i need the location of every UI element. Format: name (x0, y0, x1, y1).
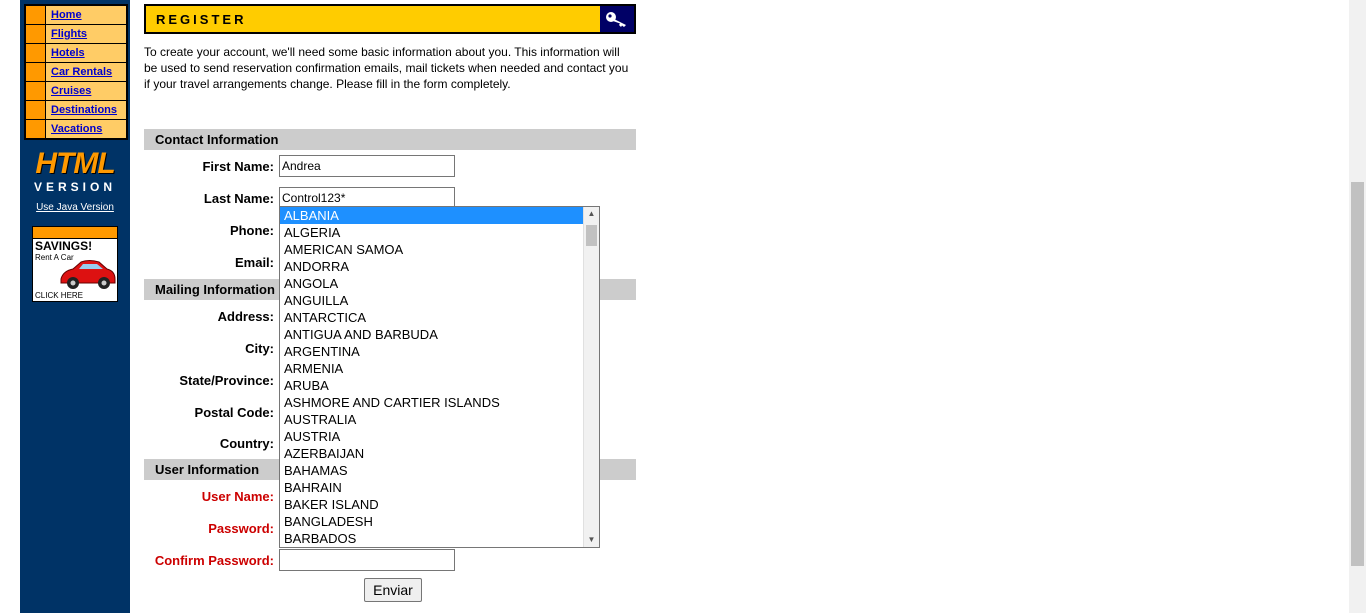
logo-html-text: HTML (35, 147, 115, 180)
postal-code-label: Postal Code: (194, 405, 274, 420)
confirm-password-label: Confirm Password: (154, 553, 274, 568)
country-option[interactable]: ALBANIA (280, 207, 583, 224)
scroll-down-arrow-icon[interactable]: ▼ (584, 533, 599, 547)
last-name-label: Last Name: (203, 191, 274, 206)
country-options: ALBANIA ALGERIA AMERICAN SAMOA ANDORRA ANGOL… (280, 207, 583, 547)
main-nav: Home Flights Hotels Car Rentals Cruises … (24, 4, 128, 140)
country-option[interactable]: ARGENTINA (280, 343, 583, 360)
section-title: Mailing Information (155, 282, 275, 297)
country-option[interactable]: BAKER ISLAND (280, 496, 583, 513)
nav-bullet (26, 82, 46, 100)
country-option[interactable]: AZERBAIJAN (280, 445, 583, 462)
ad-click-here: CLICK HERE (35, 291, 84, 300)
nav-link-car-rentals[interactable]: Car Rentals (46, 63, 112, 81)
nav-item-hotels[interactable]: Hotels (26, 44, 126, 62)
first-name-input[interactable] (279, 155, 455, 177)
country-option[interactable]: BARBADOS (280, 530, 583, 547)
nav-bullet (26, 6, 46, 24)
country-option[interactable]: ALGERIA (280, 224, 583, 241)
nav-link-flights[interactable]: Flights (46, 25, 87, 43)
nav-link-hotels[interactable]: Hotels (46, 44, 85, 62)
country-option[interactable]: BAHAMAS (280, 462, 583, 479)
submit-button[interactable]: Enviar (364, 578, 422, 602)
first-name-label: First Name: (202, 159, 274, 174)
state-province-label: State/Province: (179, 373, 274, 388)
use-java-version-link[interactable]: Use Java Version (20, 202, 130, 213)
page-title: REGISTER (156, 12, 247, 27)
nav-item-flights[interactable]: Flights (26, 25, 126, 43)
nav-bullet (26, 44, 46, 62)
country-option[interactable]: ANTARCTICA (280, 309, 583, 326)
city-label: City: (245, 341, 274, 356)
username-label: User Name: (201, 489, 274, 504)
ad-top-bar (33, 227, 117, 239)
nav-link-destinations[interactable]: Destinations (46, 101, 117, 119)
page-scrollbar[interactable] (1349, 0, 1366, 613)
section-title: User Information (155, 462, 260, 477)
nav-link-vacations[interactable]: Vacations (46, 120, 102, 138)
country-label: Country: (219, 436, 274, 451)
intro-text: To create your account, we'll need some … (144, 45, 629, 91)
nav-item-destinations[interactable]: Destinations (26, 101, 126, 119)
page-scroll-thumb[interactable] (1351, 182, 1364, 566)
left-sidebar: Home Flights Hotels Car Rentals Cruises … (20, 0, 130, 613)
nav-bullet (26, 120, 46, 138)
nav-item-home[interactable]: Home (26, 6, 126, 24)
contact-info-heading: Contact Information (144, 129, 636, 150)
register-header: REGISTER (144, 4, 636, 34)
password-label: Password: (208, 521, 274, 536)
scroll-up-arrow-icon[interactable]: ▲ (584, 207, 599, 221)
nav-link-home[interactable]: Home (46, 6, 82, 24)
country-option[interactable]: BANGLADESH (280, 513, 583, 530)
logo-version-text: VERSION (33, 180, 116, 194)
phone-label: Phone: (229, 223, 274, 238)
confirm-password-input[interactable] (279, 549, 455, 571)
key-icon (600, 6, 634, 32)
country-dropdown-list[interactable]: ALBANIA ALGERIA AMERICAN SAMOA ANDORRA ANGOL… (279, 206, 600, 548)
nav-item-cruises[interactable]: Cruises (26, 82, 126, 100)
email-label: Email: (234, 255, 274, 270)
red-car-icon (60, 260, 116, 289)
nav-bullet (26, 101, 46, 119)
country-option[interactable]: AUSTRIA (280, 428, 583, 445)
country-option[interactable]: BAHRAIN (280, 479, 583, 496)
nav-item-car-rentals[interactable]: Car Rentals (26, 63, 126, 81)
country-option[interactable]: AUSTRALIA (280, 411, 583, 428)
dropdown-scroll-thumb[interactable] (586, 225, 597, 246)
country-option[interactable]: ARUBA (280, 377, 583, 394)
nav-item-vacations[interactable]: Vacations (26, 120, 126, 138)
country-option[interactable]: ARMENIA (280, 360, 583, 377)
html-version-logo: HTML VERSION (30, 148, 120, 198)
nav-link-cruises[interactable]: Cruises (46, 82, 91, 100)
country-option[interactable]: ASHMORE AND CARTIER ISLANDS (280, 394, 583, 411)
dropdown-scrollbar[interactable]: ▲ ▼ (583, 207, 599, 547)
nav-bullet (26, 25, 46, 43)
country-option[interactable]: ANGUILLA (280, 292, 583, 309)
ad-title: SAVINGS! (35, 239, 93, 253)
address-label: Address: (217, 309, 274, 324)
country-option[interactable]: ANDORRA (280, 258, 583, 275)
country-option[interactable]: ANGOLA (280, 275, 583, 292)
section-title: Contact Information (155, 132, 279, 147)
country-option[interactable]: AMERICAN SAMOA (280, 241, 583, 258)
country-option[interactable]: ANTIGUA AND BARBUDA (280, 326, 583, 343)
car-rental-ad-banner[interactable]: SAVINGS! Rent A Car CLICK HERE (32, 226, 118, 302)
nav-bullet (26, 63, 46, 81)
